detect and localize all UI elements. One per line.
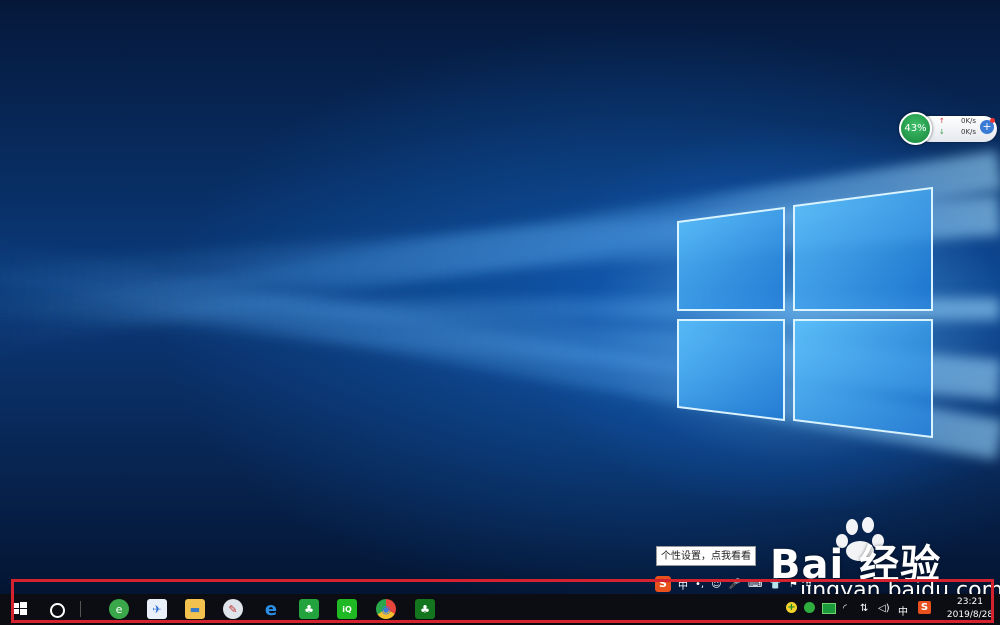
internet-explorer-icon[interactable]: e: [261, 598, 281, 620]
tray-plus-icon[interactable]: +: [786, 602, 797, 613]
iqiyi-icon[interactable]: iQ: [337, 599, 357, 619]
tray-ime-lang[interactable]: 中: [898, 603, 908, 618]
file-explorer-icon[interactable]: ▬: [185, 599, 205, 619]
ime-emoji-icon[interactable]: ☺: [711, 579, 721, 590]
app-glyph: ✈: [152, 602, 162, 616]
taskbar-divider: [80, 601, 81, 617]
tray-network-icon[interactable]: ⇅: [860, 603, 868, 614]
down-arrow-icon: ↓: [939, 128, 945, 136]
ime-skin-icon[interactable]: 👕: [769, 579, 781, 590]
chrome-icon[interactable]: ◉: [376, 599, 396, 619]
360-browser-icon[interactable]: e: [109, 599, 129, 619]
ime-flag-icon[interactable]: ⚑: [789, 579, 798, 590]
ime-toolbar[interactable]: S 中 •, ☺ 🎤 ⌨ 👕 ⚑ ⠿: [655, 576, 819, 592]
notification-dot: [990, 118, 995, 123]
app-glyph: ✎: [228, 602, 238, 616]
memory-usage-badge[interactable]: 43%: [899, 112, 932, 145]
paint-icon[interactable]: ✎: [223, 599, 243, 619]
app-glyph: e: [264, 598, 278, 620]
feishu-icon[interactable]: ✈: [147, 599, 167, 619]
tray-volume-icon[interactable]: ◁): [878, 603, 890, 614]
green-app-icon[interactable]: ♣: [415, 599, 435, 619]
download-value: 0K/s: [961, 128, 977, 136]
tray-nvidia-icon[interactable]: [822, 603, 836, 614]
app-glyph: ◉: [381, 602, 391, 616]
app-glyph: ♣: [420, 602, 430, 616]
ime-menu-icon[interactable]: ⠿: [805, 579, 812, 590]
tray-sogou-icon[interactable]: S: [918, 601, 931, 614]
up-arrow-icon: ↑: [939, 117, 945, 125]
app-glyph: e: [115, 602, 123, 616]
cortana-search-icon[interactable]: [50, 603, 65, 618]
network-speed-widget[interactable]: 43% ↑ 0K/s ↓ 0K/s +: [899, 112, 998, 145]
clock-date: 2019/8/28: [946, 610, 994, 620]
clock-time: 23:21: [957, 597, 983, 607]
green-app-icon[interactable]: ♣: [299, 599, 319, 619]
taskbar-clock[interactable]: 23:21 2019/8/28: [944, 596, 996, 622]
app-glyph: ▬: [189, 602, 201, 616]
app-glyph: iQ: [342, 604, 352, 614]
desktop-wallpaper: Bai 经验 jingyan.baidu.com: [0, 0, 1000, 625]
ime-punctuation-icon[interactable]: •,: [695, 579, 704, 590]
ime-keyboard-icon[interactable]: ⌨: [748, 579, 762, 590]
tray-wifi-icon[interactable]: ◜: [843, 603, 847, 614]
sogou-logo-icon[interactable]: S: [655, 576, 671, 592]
upload-value: 0K/s: [961, 117, 977, 125]
tray-360-icon[interactable]: [804, 602, 815, 613]
ime-tooltip: 个性设置，点我看看: [656, 546, 756, 566]
ime-voice-icon[interactable]: 🎤: [729, 579, 741, 590]
start-windows-icon[interactable]: [11, 600, 29, 618]
ime-chinese-mode-icon[interactable]: 中: [678, 577, 688, 592]
app-glyph: ♣: [304, 602, 314, 616]
